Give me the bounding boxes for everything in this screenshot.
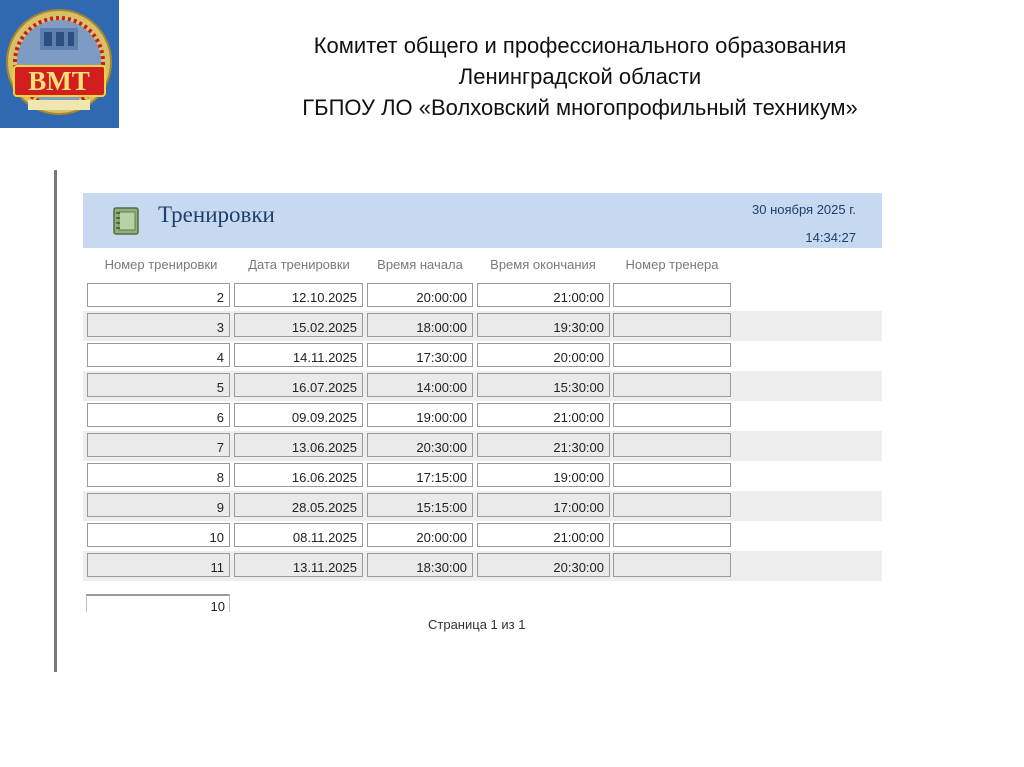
column-header-start-time: Время начала — [377, 257, 463, 272]
cell-trainer-number — [613, 523, 731, 547]
report-notebook-icon — [111, 206, 141, 236]
organization-title-line-2: Ленинградской области — [458, 64, 702, 89]
college-logo: ВМТ — [0, 0, 119, 128]
cell-trainer-number — [613, 433, 731, 457]
report-date: 30 ноября 2025 г. — [752, 202, 856, 217]
cell-start-time: 20:00:00 — [367, 283, 473, 307]
cell-training-number: 7 — [87, 433, 230, 457]
college-emblem-icon: ВМТ — [0, 0, 119, 128]
cell-training-number: 3 — [87, 313, 230, 337]
report-title: Тренировки — [158, 202, 275, 227]
table-row: 7 13.06.2025 20:30:00 21:30:00 — [83, 431, 882, 461]
cell-trainer-number — [613, 373, 731, 397]
cell-training-date: 12.10.2025 — [234, 283, 363, 307]
cell-start-time: 18:30:00 — [367, 553, 473, 577]
cell-trainer-number — [613, 403, 731, 427]
cell-trainer-number — [613, 343, 731, 367]
svg-text:ВМТ: ВМТ — [28, 66, 90, 96]
cell-end-time: 15:30:00 — [477, 373, 610, 397]
table-row: 3 15.02.2025 18:00:00 19:30:00 — [83, 311, 882, 341]
cell-start-time: 14:00:00 — [367, 373, 473, 397]
cell-training-date: 13.11.2025 — [234, 553, 363, 577]
cell-start-time: 15:15:00 — [367, 493, 473, 517]
cell-training-date: 15.02.2025 — [234, 313, 363, 337]
cell-end-time: 21:00:00 — [477, 283, 610, 307]
cell-end-time: 21:00:00 — [477, 523, 610, 547]
cell-trainer-number — [613, 463, 731, 487]
cell-trainer-number — [613, 313, 731, 337]
cell-end-time: 17:00:00 — [477, 493, 610, 517]
cell-training-number: 5 — [87, 373, 230, 397]
cell-end-time: 20:00:00 — [477, 343, 610, 367]
cell-training-number: 6 — [87, 403, 230, 427]
column-header-end-time: Время окончания — [490, 257, 596, 272]
cell-training-number: 8 — [87, 463, 230, 487]
cell-training-number: 2 — [87, 283, 230, 307]
table-row: 2 12.10.2025 20:00:00 21:00:00 — [83, 281, 882, 311]
cell-training-date: 28.05.2025 — [234, 493, 363, 517]
cell-training-date: 08.11.2025 — [234, 523, 363, 547]
column-header-training-date: Дата тренировки — [248, 257, 350, 272]
cell-start-time: 18:00:00 — [367, 313, 473, 337]
cell-start-time: 20:00:00 — [367, 523, 473, 547]
cell-end-time: 21:00:00 — [477, 403, 610, 427]
cell-start-time: 17:30:00 — [367, 343, 473, 367]
cell-training-number: 4 — [87, 343, 230, 367]
cell-training-date: 16.06.2025 — [234, 463, 363, 487]
table-row: 9 28.05.2025 15:15:00 17:00:00 — [83, 491, 882, 521]
cell-trainer-number — [613, 493, 731, 517]
cell-end-time: 19:00:00 — [477, 463, 610, 487]
column-header-training-number: Номер тренировки — [104, 257, 218, 272]
organization-title-line-3: ГБПОУ ЛО «Волховский многопрофильный тех… — [302, 95, 858, 120]
cell-end-time: 20:30:00 — [477, 553, 610, 577]
cell-end-time: 21:30:00 — [477, 433, 610, 457]
cell-training-date: 13.06.2025 — [234, 433, 363, 457]
cell-trainer-number — [613, 283, 731, 307]
cell-training-date: 16.07.2025 — [234, 373, 363, 397]
table-row: 4 14.11.2025 17:30:00 20:00:00 — [83, 341, 882, 371]
table-row: 8 16.06.2025 17:15:00 19:00:00 — [83, 461, 882, 491]
slide-divider-line — [54, 170, 57, 672]
table-row: 6 09.09.2025 19:00:00 21:00:00 — [83, 401, 882, 431]
table-row: 10 08.11.2025 20:00:00 21:00:00 — [83, 521, 882, 551]
table-row: 5 16.07.2025 14:00:00 15:30:00 — [83, 371, 882, 401]
page-number: Страница 1 из 1 — [428, 617, 526, 632]
organization-title: Комитет общего и профессионального образ… — [180, 30, 980, 123]
cell-trainer-number — [613, 553, 731, 577]
cell-training-date: 14.11.2025 — [234, 343, 363, 367]
cell-training-date: 09.09.2025 — [234, 403, 363, 427]
column-header-trainer-number: Номер тренера — [625, 257, 719, 272]
cell-training-number: 9 — [87, 493, 230, 517]
report-table: 2 12.10.2025 20:00:00 21:00:00 3 15.02.2… — [83, 281, 882, 581]
table-row: 11 13.11.2025 18:30:00 20:30:00 — [83, 551, 882, 581]
cell-training-number: 11 — [87, 553, 230, 577]
organization-title-line-1: Комитет общего и профессионального образ… — [313, 33, 847, 58]
cell-training-number: 10 — [87, 523, 230, 547]
report-time: 14:34:27 — [805, 230, 856, 245]
record-count: 10 — [86, 594, 230, 614]
cell-end-time: 19:30:00 — [477, 313, 610, 337]
cell-start-time: 17:15:00 — [367, 463, 473, 487]
cell-start-time: 20:30:00 — [367, 433, 473, 457]
cell-start-time: 19:00:00 — [367, 403, 473, 427]
